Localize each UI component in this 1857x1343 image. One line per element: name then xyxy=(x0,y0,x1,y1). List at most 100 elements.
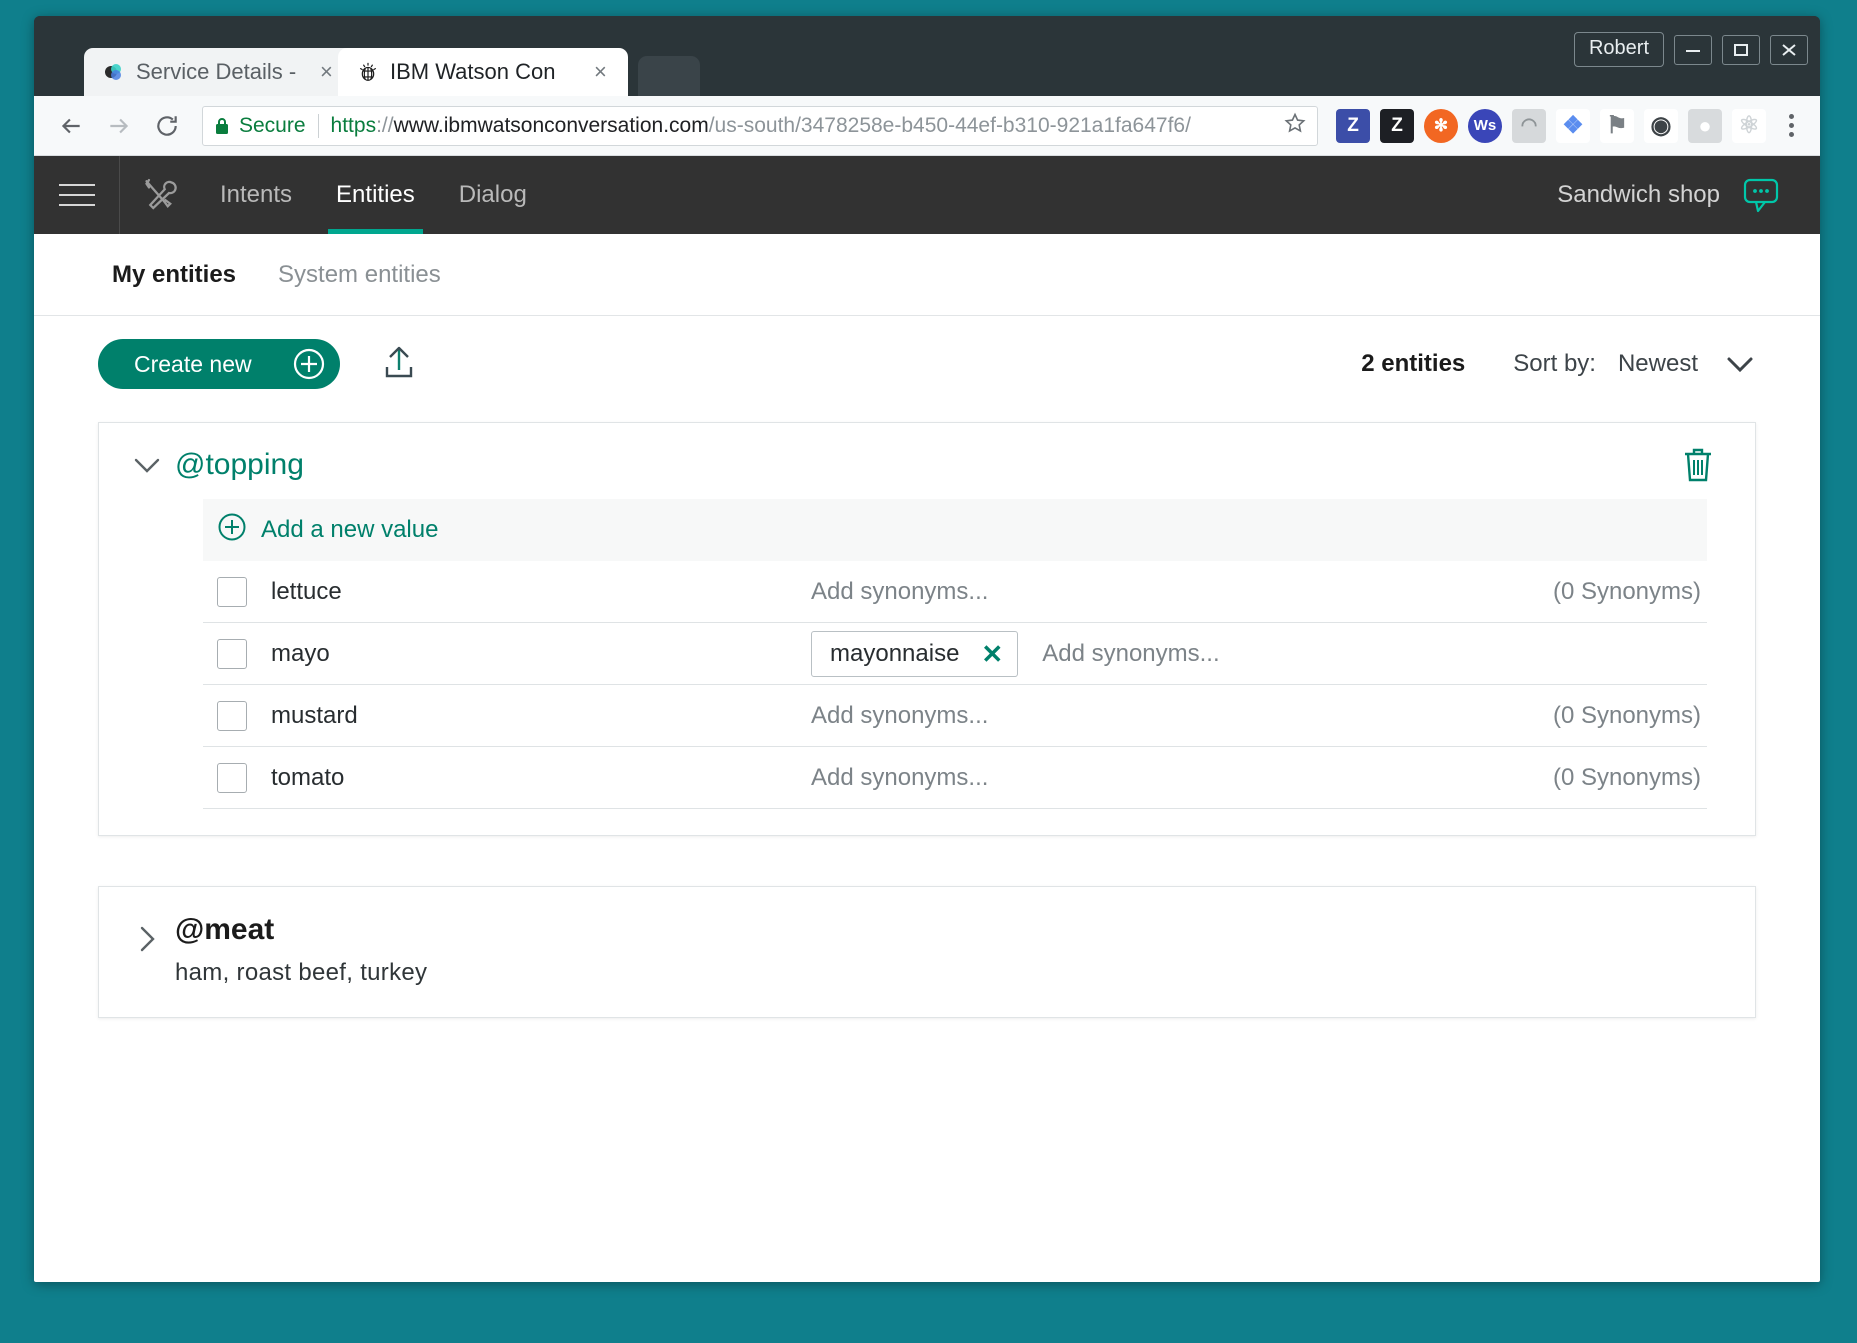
ext-glyph: ⚑ xyxy=(1606,112,1628,139)
tab-close-icon[interactable]: × xyxy=(594,61,614,83)
synonym-chip-label: mayonnaise xyxy=(830,639,960,667)
sub-tab-system-entities[interactable]: System entities xyxy=(278,261,441,289)
maximize-button[interactable] xyxy=(1722,34,1760,65)
add-synonyms-input[interactable]: Add synonyms... xyxy=(1042,640,1219,668)
synonym-count: (0 Synonyms) xyxy=(1552,577,1701,605)
browser-tab-strip: Robert Service Details - × IBM Watson Co… xyxy=(34,16,1820,96)
ext-glyph: ❖ xyxy=(1562,112,1584,139)
new-tab-area[interactable] xyxy=(638,56,700,96)
minimize-button[interactable] xyxy=(1674,34,1712,65)
entity-card-topping: @topping Add a new value lettuce Add syn… xyxy=(98,422,1756,836)
tab-title: Service Details - xyxy=(136,59,297,84)
secure-label: Secure xyxy=(239,113,306,137)
synonym-chip[interactable]: mayonnaise ✕ xyxy=(811,630,1019,677)
browser-window: Robert Service Details - × IBM Watson Co… xyxy=(34,16,1820,1282)
chat-bubble-icon[interactable] xyxy=(1742,177,1784,213)
back-arrow-icon[interactable] xyxy=(48,103,94,149)
entity-value-row[interactable]: mustard Add synonyms... (0 Synonyms) xyxy=(203,685,1707,747)
hamburger-menu-icon[interactable] xyxy=(34,156,120,234)
ext-glyph: Z xyxy=(1391,114,1403,136)
sort-by-value[interactable]: Newest xyxy=(1618,350,1698,378)
workspace-indicator: Sandwich shop xyxy=(1557,156,1820,234)
sort-by-label: Sort by: xyxy=(1513,350,1596,377)
camera-extension-icon[interactable]: ◉ xyxy=(1644,108,1678,143)
entity-card-header[interactable]: @topping xyxy=(99,423,1755,499)
ext-glyph: ◉ xyxy=(1650,112,1672,139)
add-new-value-label: Add a new value xyxy=(261,516,439,543)
reload-icon[interactable] xyxy=(144,103,190,149)
omnibox-divider xyxy=(317,113,319,138)
add-synonyms-input[interactable]: Add synonyms... xyxy=(811,702,988,730)
ext-glyph: ◠ xyxy=(1520,115,1538,136)
tab-list: Service Details - × IBM Watson Con × xyxy=(84,48,700,96)
sub-tab-my-entities[interactable]: My entities xyxy=(112,261,236,289)
trash-icon[interactable] xyxy=(1679,445,1729,485)
plus-circle-icon xyxy=(217,512,247,549)
remove-synonym-icon[interactable]: ✕ xyxy=(981,641,1003,667)
orange-extension-icon[interactable]: ✻ xyxy=(1424,108,1458,143)
entities-action-bar: Create new 2 entities Sort by: Newest xyxy=(34,316,1820,412)
zotero-dark-extension-icon[interactable]: Z xyxy=(1380,108,1414,143)
forward-arrow-icon[interactable] xyxy=(96,103,142,149)
tab-close-icon[interactable]: × xyxy=(320,61,340,83)
value-name: mayo xyxy=(271,639,330,667)
grey-extension-icon[interactable]: ◠ xyxy=(1512,108,1546,143)
lock-icon xyxy=(213,116,231,136)
profile-chip[interactable]: Robert xyxy=(1573,32,1664,67)
url-path: /us-south/3478258e-b450-44ef-b310-921a1f… xyxy=(708,113,1191,137)
nav-tab-intents[interactable]: Intents xyxy=(198,156,314,234)
value-checkbox[interactable] xyxy=(217,576,247,607)
add-synonyms-input[interactable]: Add synonyms... xyxy=(811,764,988,792)
tab-title: IBM Watson Con xyxy=(390,59,556,84)
bookmark-star-icon[interactable] xyxy=(1273,111,1307,141)
shield-extension-icon[interactable]: ● xyxy=(1688,108,1722,143)
upload-button[interactable] xyxy=(378,343,420,385)
entity-name[interactable]: @meat xyxy=(175,913,427,947)
add-new-value-row[interactable]: Add a new value xyxy=(203,499,1707,561)
url-separator: :// xyxy=(376,113,394,137)
ws-extension-icon[interactable]: Ws xyxy=(1468,108,1502,143)
workspace-name: Sandwich shop xyxy=(1557,181,1720,208)
value-name: lettuce xyxy=(271,577,342,605)
value-checkbox[interactable] xyxy=(217,638,247,669)
entity-value-row[interactable]: lettuce Add synonyms... (0 Synonyms) xyxy=(203,561,1707,623)
value-checkbox[interactable] xyxy=(217,762,247,793)
entity-sub-tabs: My entities System entities xyxy=(34,234,1820,316)
entity-value-row[interactable]: mayo mayonnaise ✕ Add synonyms... xyxy=(203,623,1707,685)
browser-toolbar: Secure https://www.ibmwatsonconversation… xyxy=(34,96,1820,156)
page-content: Intents Entities Dialog Sandwich shop My… xyxy=(34,156,1820,1282)
chevron-down-icon[interactable] xyxy=(1724,352,1756,376)
tab-ibm-watson-conversation[interactable]: IBM Watson Con × xyxy=(338,48,628,96)
zotero-connector-extension-icon[interactable]: Z xyxy=(1336,108,1370,143)
entity-card-meat[interactable]: @meat ham, roast beef, turkey xyxy=(98,886,1756,1018)
dropbox-extension-icon[interactable]: ❖ xyxy=(1556,108,1590,143)
react-extension-icon[interactable]: ⚛ xyxy=(1732,108,1766,143)
presentation-extension-icon[interactable]: ⚑ xyxy=(1600,108,1634,143)
value-name: mustard xyxy=(271,701,358,729)
value-checkbox[interactable] xyxy=(217,700,247,731)
url-scheme: https xyxy=(330,113,377,137)
nav-tab-dialog[interactable]: Dialog xyxy=(437,156,549,234)
ext-glyph: Ws xyxy=(1473,117,1497,134)
url-text: https://www.ibmwatsonconversation.com/us… xyxy=(331,114,1191,138)
ext-glyph: ✻ xyxy=(1433,115,1449,135)
chevron-down-icon[interactable] xyxy=(125,454,169,476)
close-button[interactable] xyxy=(1770,34,1808,65)
url-host: www.ibmwatsonconversation.com xyxy=(393,113,709,137)
kebab-menu-icon[interactable] xyxy=(1776,114,1806,137)
ext-glyph: Z xyxy=(1347,114,1359,136)
nav-tab-entities[interactable]: Entities xyxy=(314,156,437,234)
create-new-label: Create new xyxy=(134,350,252,377)
value-name: tomato xyxy=(271,763,345,791)
tools-icon[interactable] xyxy=(120,156,198,234)
add-synonyms-input[interactable]: Add synonyms... xyxy=(811,578,988,606)
tab-service-details[interactable]: Service Details - × xyxy=(84,48,354,96)
address-bar[interactable]: Secure https://www.ibmwatsonconversation… xyxy=(202,105,1318,146)
chevron-right-icon[interactable] xyxy=(125,913,169,955)
create-new-button[interactable]: Create new xyxy=(98,339,340,389)
app-header: Intents Entities Dialog Sandwich shop xyxy=(34,156,1820,234)
entity-values-summary: ham, roast beef, turkey xyxy=(175,959,428,986)
ext-glyph: ● xyxy=(1698,112,1712,138)
entity-value-row[interactable]: tomato Add synonyms... (0 Synonyms) xyxy=(203,747,1707,809)
entity-name[interactable]: @topping xyxy=(175,448,304,482)
